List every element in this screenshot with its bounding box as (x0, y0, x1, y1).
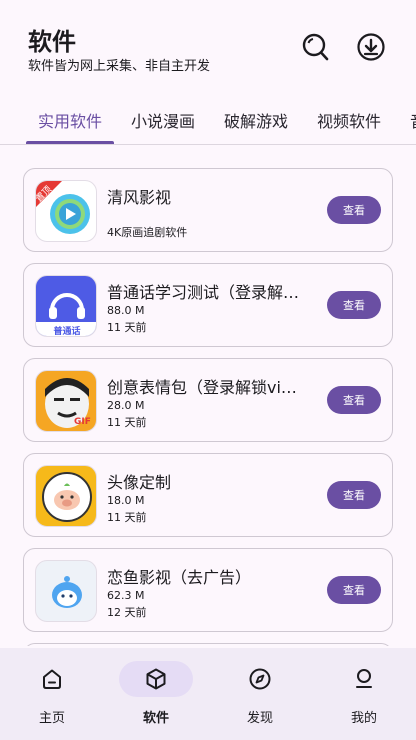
search-icon (302, 33, 329, 61)
app-icon-qingfeng: 置顶 (35, 180, 97, 242)
home-icon (43, 669, 61, 689)
download-icon (357, 33, 385, 61)
page-subtitle: 软件皆为网上采集、非自主开发 (28, 59, 211, 74)
tab-cracked-games[interactable]: 破解游戏 (224, 108, 288, 132)
app-icon-avatar (35, 465, 97, 527)
icon-label: 普通话 (53, 327, 81, 337)
app-description: 4K原画追剧软件 (107, 226, 188, 239)
view-button[interactable]: 查看 (327, 576, 381, 604)
app-size: 88.0 M (107, 304, 145, 317)
app-name: 创意表情包（登录解锁vip… (107, 378, 307, 397)
app-date: 12 天前 (107, 606, 147, 619)
view-button[interactable]: 查看 (327, 386, 381, 414)
app-date: 11 天前 (107, 321, 147, 334)
person-icon (356, 669, 372, 688)
view-button[interactable]: 查看 (327, 481, 381, 509)
tab-practical-software[interactable]: 实用软件 (38, 108, 102, 132)
app-name: 清风影视 (107, 188, 172, 207)
icon-label: GIF (74, 417, 91, 427)
nav-label: 发现 (246, 711, 273, 726)
nav-label: 软件 (142, 711, 169, 726)
tab-indicator (26, 141, 114, 144)
page-title: 软件 (28, 28, 76, 56)
category-tabs: 实用软件 小说漫画 破解游戏 视频软件 音 (0, 100, 416, 145)
nav-home[interactable]: 主页 (0, 648, 104, 740)
app-icon-putonghua: 普通话 (35, 275, 97, 337)
app-icon-emoji: GIF (35, 370, 97, 432)
nav-label: 我的 (350, 711, 377, 726)
view-button[interactable]: 查看 (327, 196, 381, 224)
tab-music[interactable]: 音 (410, 108, 416, 132)
app-card[interactable]: 普通话 普通话学习测试（登录解… 88.0 M 11 天前 查看 (23, 263, 393, 347)
app-card-partial[interactable] (23, 643, 393, 646)
app-name: 普通话学习测试（登录解… (107, 283, 300, 302)
app-card[interactable]: 恋鱼影视（去广告） 62.3 M 12 天前 查看 (23, 548, 393, 632)
app-size: 62.3 M (107, 589, 145, 602)
app-icon-lianyu (35, 560, 97, 622)
app-card[interactable]: 头像定制 18.0 M 11 天前 查看 (23, 453, 393, 537)
compass-icon (249, 668, 271, 690)
app-card[interactable]: GIF 创意表情包（登录解锁vip… 28.0 M 11 天前 查看 (23, 358, 393, 442)
tab-video-software[interactable]: 视频软件 (317, 108, 381, 132)
view-button[interactable]: 查看 (327, 291, 381, 319)
nav-software[interactable]: 软件 (104, 648, 208, 740)
app-list: 置顶 清风影视 4K原画追剧软件 查看 普通话 普通话学习测试（登录解… 88.… (0, 146, 416, 646)
tab-novels-comics[interactable]: 小说漫画 (131, 108, 195, 132)
nav-discover[interactable]: 发现 (208, 648, 312, 740)
app-header: 软件 软件皆为网上采集、非自主开发 (0, 0, 416, 92)
app-size: 28.0 M (107, 399, 145, 412)
nav-mine[interactable]: 我的 (312, 648, 416, 740)
app-name: 恋鱼影视（去广告） (107, 568, 252, 587)
app-size: 18.0 M (107, 494, 145, 507)
app-date: 11 天前 (107, 416, 147, 429)
app-name: 头像定制 (107, 473, 172, 492)
search-button[interactable] (300, 30, 330, 64)
download-button[interactable] (356, 30, 386, 64)
apps-icon (146, 668, 166, 690)
app-date: 11 天前 (107, 511, 147, 524)
nav-label: 主页 (38, 711, 65, 726)
bottom-navigation: 主页 软件 发现 我的 (0, 648, 416, 740)
app-card[interactable]: 置顶 清风影视 4K原画追剧软件 查看 (23, 168, 393, 252)
